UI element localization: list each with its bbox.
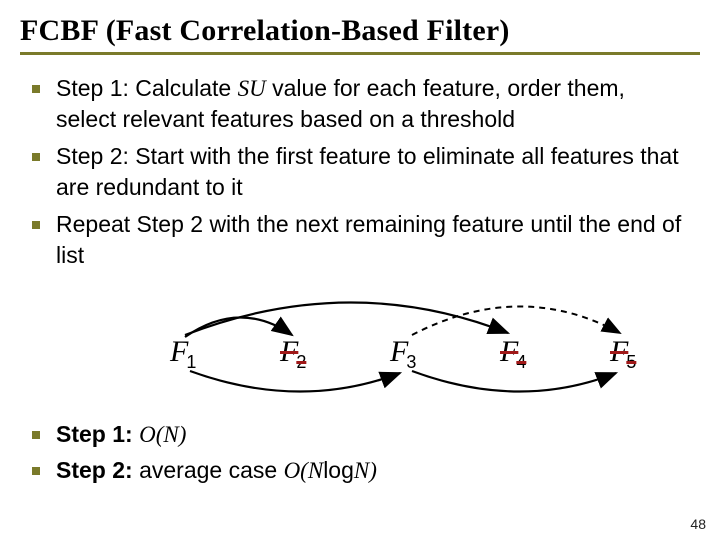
complexity-step2-log: log xyxy=(323,457,354,483)
complexity-step2-o: O(N xyxy=(284,458,324,483)
page-number: 48 xyxy=(690,516,706,532)
slide-title: FCBF (Fast Correlation-Based Filter) xyxy=(20,14,700,55)
bullet-step2: Step 2: Start with the first feature to … xyxy=(56,141,690,203)
feature-node-1: F1 xyxy=(170,335,196,373)
arc-arrows xyxy=(20,289,700,409)
slide-root: FCBF (Fast Correlation-Based Filter) Ste… xyxy=(0,0,720,540)
complexity-step1-o: O(N) xyxy=(139,422,186,447)
complexity-step2-text: average case xyxy=(139,457,283,483)
complexity-step2-tail: N) xyxy=(354,458,377,483)
feature-node-3: F3 xyxy=(390,335,416,373)
complexity-step1-label: Step 1: xyxy=(56,421,139,447)
complexity-step2-label: Step 2: xyxy=(56,457,139,483)
feature-node-2: F2 xyxy=(280,335,306,373)
step1-pre: Step 1: Calculate xyxy=(56,75,238,101)
su-symbol: SU xyxy=(238,76,266,101)
complexity-step1: Step 1: O(N) xyxy=(56,417,700,453)
f-sub: 5 xyxy=(626,352,636,372)
bullet-list: Step 1: Calculate SU value for each feat… xyxy=(20,73,700,271)
f-sub: 2 xyxy=(296,352,306,372)
feature-node-5: F5 xyxy=(610,335,636,373)
feature-diagram: F1 F2 F3 F4 F5 xyxy=(20,289,700,409)
f-sub: 4 xyxy=(516,352,526,372)
complexity-list: Step 1: O(N) Step 2: average case O(Nlog… xyxy=(20,417,700,488)
bullet-step1: Step 1: Calculate SU value for each feat… xyxy=(56,73,690,135)
bullet-repeat: Repeat Step 2 with the next remaining fe… xyxy=(56,209,690,271)
f-sub: 3 xyxy=(406,352,416,372)
f-sub: 1 xyxy=(186,352,196,372)
feature-node-4: F4 xyxy=(500,335,526,373)
complexity-step2: Step 2: average case O(NlogN) xyxy=(56,453,700,489)
